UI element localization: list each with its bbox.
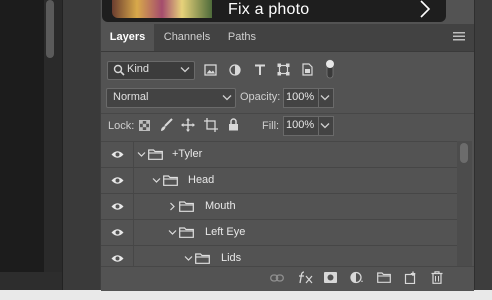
- fill-label: Fill:: [262, 120, 280, 132]
- visibility-toggle[interactable]: [101, 168, 134, 193]
- chevron-right-icon[interactable]: [416, 0, 434, 19]
- lock-label: Lock:: [108, 120, 135, 132]
- add-mask-icon[interactable]: [324, 272, 337, 283]
- chevron-down-icon: [320, 95, 330, 101]
- filter-toggle-icon[interactable]: [324, 58, 336, 80]
- smart-object-filter-icon[interactable]: [302, 63, 313, 76]
- learn-card-title[interactable]: Fix a photo: [228, 1, 309, 19]
- fx-icon[interactable]: [298, 271, 314, 284]
- chevron-down-icon[interactable]: [137, 151, 146, 158]
- eye-icon: [111, 203, 124, 210]
- lock-artboard-icon[interactable]: [204, 118, 218, 132]
- image-filter-icon[interactable]: [204, 64, 217, 76]
- search-icon: [113, 64, 125, 76]
- link-layers-icon[interactable]: [270, 273, 284, 283]
- tab-channels[interactable]: Channels: [156, 24, 218, 51]
- layer-name[interactable]: Head: [188, 174, 214, 186]
- folder-icon: [163, 175, 178, 186]
- lock-transparent-pixels-icon[interactable]: [139, 120, 150, 131]
- layers-list: +Tyler Head Mouth Left Eye Lids: [101, 141, 457, 267]
- lock-image-pixels-icon[interactable]: [160, 118, 173, 132]
- layer-row-left-eye[interactable]: Left Eye: [101, 220, 457, 246]
- learn-card-thumbnail: [112, 0, 212, 18]
- canvas-scrollbar-thumb[interactable]: [46, 0, 54, 58]
- panel-menu-icon[interactable]: [453, 32, 465, 42]
- chevron-down-icon: [180, 67, 190, 73]
- filter-kind-label: Kind: [127, 63, 150, 75]
- lock-position-icon[interactable]: [181, 118, 195, 132]
- adjustment-layer-icon[interactable]: [350, 271, 364, 284]
- folder-icon: [179, 227, 194, 238]
- visibility-toggle[interactable]: [101, 194, 134, 219]
- layer-row-head[interactable]: Head: [101, 168, 457, 194]
- canvas-area[interactable]: [0, 0, 44, 272]
- blend-mode-value: Normal: [113, 91, 149, 103]
- layer-name[interactable]: Lids: [221, 252, 241, 264]
- tab-layers[interactable]: Layers: [101, 24, 154, 51]
- folder-icon: [148, 149, 163, 160]
- lock-all-icon[interactable]: [228, 118, 239, 131]
- tab-paths[interactable]: Paths: [220, 24, 264, 51]
- layer-row-tyler[interactable]: +Tyler: [101, 142, 457, 168]
- eye-icon: [111, 151, 124, 158]
- chevron-down-icon[interactable]: [184, 255, 193, 262]
- panel-dock-strip: [474, 0, 492, 290]
- type-filter-icon[interactable]: [254, 64, 266, 76]
- panel-divider: [101, 113, 474, 114]
- shape-filter-icon[interactable]: [277, 63, 290, 76]
- folder-icon: [195, 253, 210, 264]
- adjustment-filter-icon[interactable]: [229, 64, 241, 76]
- window-bottom-edge: [0, 290, 492, 300]
- status-strip: [0, 272, 62, 290]
- new-group-icon[interactable]: [377, 272, 391, 283]
- layer-name[interactable]: +Tyler: [172, 148, 202, 160]
- chevron-down-icon[interactable]: [152, 177, 161, 184]
- visibility-toggle[interactable]: [101, 246, 134, 267]
- new-layer-icon[interactable]: [404, 271, 417, 284]
- chevron-right-icon[interactable]: [169, 202, 176, 211]
- chevron-down-icon[interactable]: [168, 229, 177, 236]
- visibility-toggle[interactable]: [101, 142, 134, 167]
- layer-row-mouth[interactable]: Mouth: [101, 194, 457, 220]
- layer-row-lids[interactable]: Lids: [101, 246, 457, 267]
- eye-icon: [111, 177, 124, 184]
- layer-name[interactable]: Mouth: [205, 200, 236, 212]
- chevron-down-icon: [222, 95, 232, 101]
- layers-footer: [101, 266, 474, 291]
- eye-icon: [111, 255, 124, 262]
- layers-scrollbar-thumb[interactable]: [460, 143, 468, 163]
- delete-layer-icon[interactable]: [431, 271, 443, 284]
- opacity-label: Opacity:: [240, 91, 281, 103]
- chevron-down-icon: [320, 123, 330, 129]
- eye-icon: [111, 229, 124, 236]
- layer-name[interactable]: Left Eye: [205, 226, 245, 238]
- folder-icon: [179, 201, 194, 212]
- fill-value[interactable]: 100%: [286, 119, 314, 131]
- visibility-toggle[interactable]: [101, 220, 134, 245]
- opacity-value[interactable]: 100%: [286, 91, 314, 103]
